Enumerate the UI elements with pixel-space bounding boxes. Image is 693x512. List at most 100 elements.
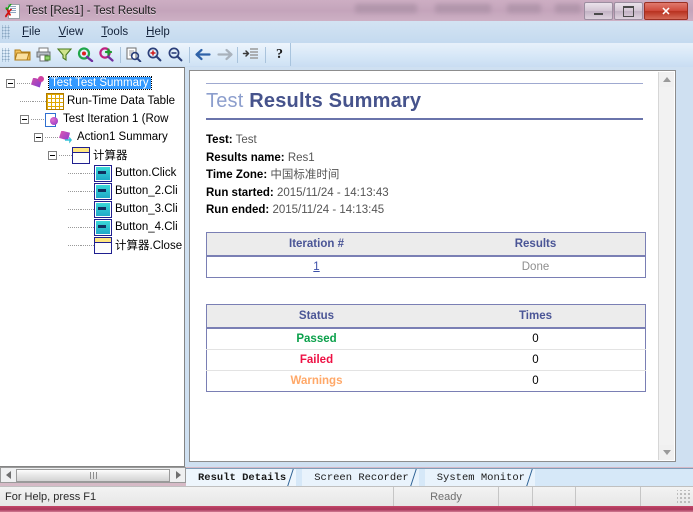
close-button[interactable]: ✕	[644, 2, 688, 20]
tab-label: System Monitor	[436, 471, 525, 484]
window-icon	[72, 146, 90, 164]
tree-node-test-summary[interactable]: Test Test Summary	[0, 74, 184, 92]
scroll-up-arrow-icon[interactable]	[659, 72, 674, 87]
meta-row-results-name: Results name: Res1	[206, 151, 315, 164]
summary-icon	[30, 75, 46, 91]
expander-minus-icon[interactable]	[34, 132, 43, 142]
page-title: Test Results Summary	[206, 90, 643, 113]
iteration-table: Iteration # Results 1 Done	[206, 231, 646, 278]
tree-connector	[20, 100, 33, 102]
zoom-in-icon[interactable]	[144, 45, 165, 65]
tree-connector	[33, 100, 46, 102]
add-defect-icon[interactable]	[96, 45, 117, 65]
menu-item-help-label: elp	[154, 26, 170, 38]
table-row: Failed 0	[206, 349, 646, 371]
open-folder-icon[interactable]	[13, 45, 34, 65]
tree-node-button-click[interactable]: Button.Click	[0, 164, 184, 182]
tree-node-label: Button_3.Cli	[115, 203, 178, 215]
back-arrow-icon[interactable]	[193, 45, 214, 65]
menu-item-view[interactable]: View	[50, 24, 93, 40]
expander-minus-icon[interactable]	[20, 114, 29, 124]
tree-connector	[81, 172, 94, 174]
toolbar-drag-grip[interactable]	[2, 47, 10, 62]
tree-connector	[81, 208, 94, 210]
tree-horizontal-scrollbar[interactable]	[0, 467, 186, 483]
tree-node-test-iteration-1[interactable]: Test Iteration 1 (Row	[0, 110, 184, 128]
scrollbar-thumb[interactable]	[16, 468, 170, 482]
tree-node-label: 计算器	[93, 150, 128, 162]
tab-screen-recorder[interactable]: Screen Recorder	[302, 469, 427, 486]
find-next-result-icon[interactable]	[75, 45, 96, 65]
column-header-iteration: Iteration #	[206, 232, 426, 257]
maximize-button[interactable]	[614, 2, 643, 20]
column-header-times: Times	[426, 304, 646, 329]
print-icon[interactable]	[33, 45, 54, 65]
times-cell-warnings: 0	[426, 370, 646, 391]
minimize-button[interactable]	[584, 2, 613, 20]
iteration-icon	[44, 112, 60, 127]
expander-minus-icon[interactable]	[48, 150, 57, 160]
meta-row-time-zone: Time Zone: 中国标准时间	[206, 169, 340, 181]
tab-result-details[interactable]: Result Details	[186, 469, 304, 486]
tree-node-calculator[interactable]: 计算器	[0, 146, 184, 164]
status-help-text: For Help, press F1	[5, 491, 97, 503]
iteration-link[interactable]: 1	[313, 261, 319, 273]
find-text-icon[interactable]	[124, 45, 145, 65]
tree-node-calculator-close[interactable]: 计算器.Close	[0, 236, 184, 254]
status-cell-failed: Failed	[206, 349, 426, 371]
menu-item-tools[interactable]: Tools	[92, 24, 137, 40]
results-tree-pane[interactable]: Test Test Summary Run-Time Data Table Te…	[0, 67, 185, 467]
table-row: Warnings 0	[206, 370, 646, 391]
report-pane: Test Results Summary Test: Test Results …	[186, 67, 693, 467]
scroll-down-arrow-icon[interactable]	[659, 445, 674, 460]
meta-value: Res1	[287, 151, 315, 164]
status-ready-indicator: Ready	[393, 487, 498, 507]
help-icon[interactable]: ?	[269, 45, 290, 65]
scroll-left-arrow-icon[interactable]	[1, 468, 15, 482]
tab-system-monitor[interactable]: System Monitor	[424, 469, 543, 486]
tree-connector	[45, 136, 58, 138]
resize-grip-icon[interactable]	[677, 490, 691, 504]
tree-node-label: Button_2.Cli	[115, 185, 178, 197]
window-controls: ✕	[584, 2, 688, 20]
menu-bar: File View Tools Help	[0, 21, 693, 44]
status-cell-passed: Passed	[206, 327, 426, 350]
tree-node-action1-summary[interactable]: Action1 Summary	[0, 128, 184, 146]
tree-node-label: Button_4.Cli	[115, 221, 178, 233]
filter-icon[interactable]	[54, 45, 75, 65]
tree-connector	[68, 190, 81, 192]
status-cell-warnings: Warnings	[206, 370, 426, 391]
scroll-right-arrow-icon[interactable]	[171, 468, 185, 482]
tree-node-button-2-click[interactable]: Button_2.Cli	[0, 182, 184, 200]
tab-label: Screen Recorder	[314, 471, 409, 484]
status-cell-3	[575, 487, 640, 507]
tree-node-label: Button.Click	[115, 167, 177, 179]
menu-item-file[interactable]: File	[13, 24, 50, 40]
tree-connector	[68, 208, 81, 210]
tree-connector	[68, 172, 81, 174]
menu-drag-grip[interactable]	[2, 25, 10, 39]
test-results-icon: ✓ ✗	[4, 2, 21, 19]
tree-node-run-time-data-table[interactable]: Run-Time Data Table	[0, 92, 184, 110]
menu-item-help[interactable]: Help	[137, 24, 179, 40]
toolbar-separator	[188, 46, 190, 63]
tree-node-label: 计算器.Close	[115, 240, 183, 252]
zoom-out-icon[interactable]	[165, 45, 186, 65]
report-vertical-scrollbar[interactable]	[658, 72, 674, 460]
forward-arrow-icon[interactable]	[214, 45, 235, 65]
tab-slant	[526, 469, 543, 486]
report-frame: Test Results Summary Test: Test Results …	[189, 70, 676, 462]
collapse-tree-icon[interactable]	[241, 45, 262, 65]
meta-value: Test	[235, 134, 257, 146]
page-title-prefix: Test	[206, 90, 244, 112]
tree-connector	[17, 82, 30, 84]
tree-node-button-4-click[interactable]: Button_4.Cli	[0, 218, 184, 236]
expander-minus-icon[interactable]	[6, 78, 15, 88]
meta-row-run-started: Run started: 2015/11/24 - 14:13:43	[206, 186, 389, 199]
meta-row-test: Test: Test	[206, 134, 257, 146]
times-cell-failed: 0	[426, 349, 646, 371]
tree-node-button-3-click[interactable]: Button_3.Cli	[0, 200, 184, 218]
report-document: Test Results Summary Test: Test Results …	[190, 71, 659, 461]
tree-node-label: Test Test Summary	[48, 76, 152, 90]
window-icon	[94, 236, 112, 254]
